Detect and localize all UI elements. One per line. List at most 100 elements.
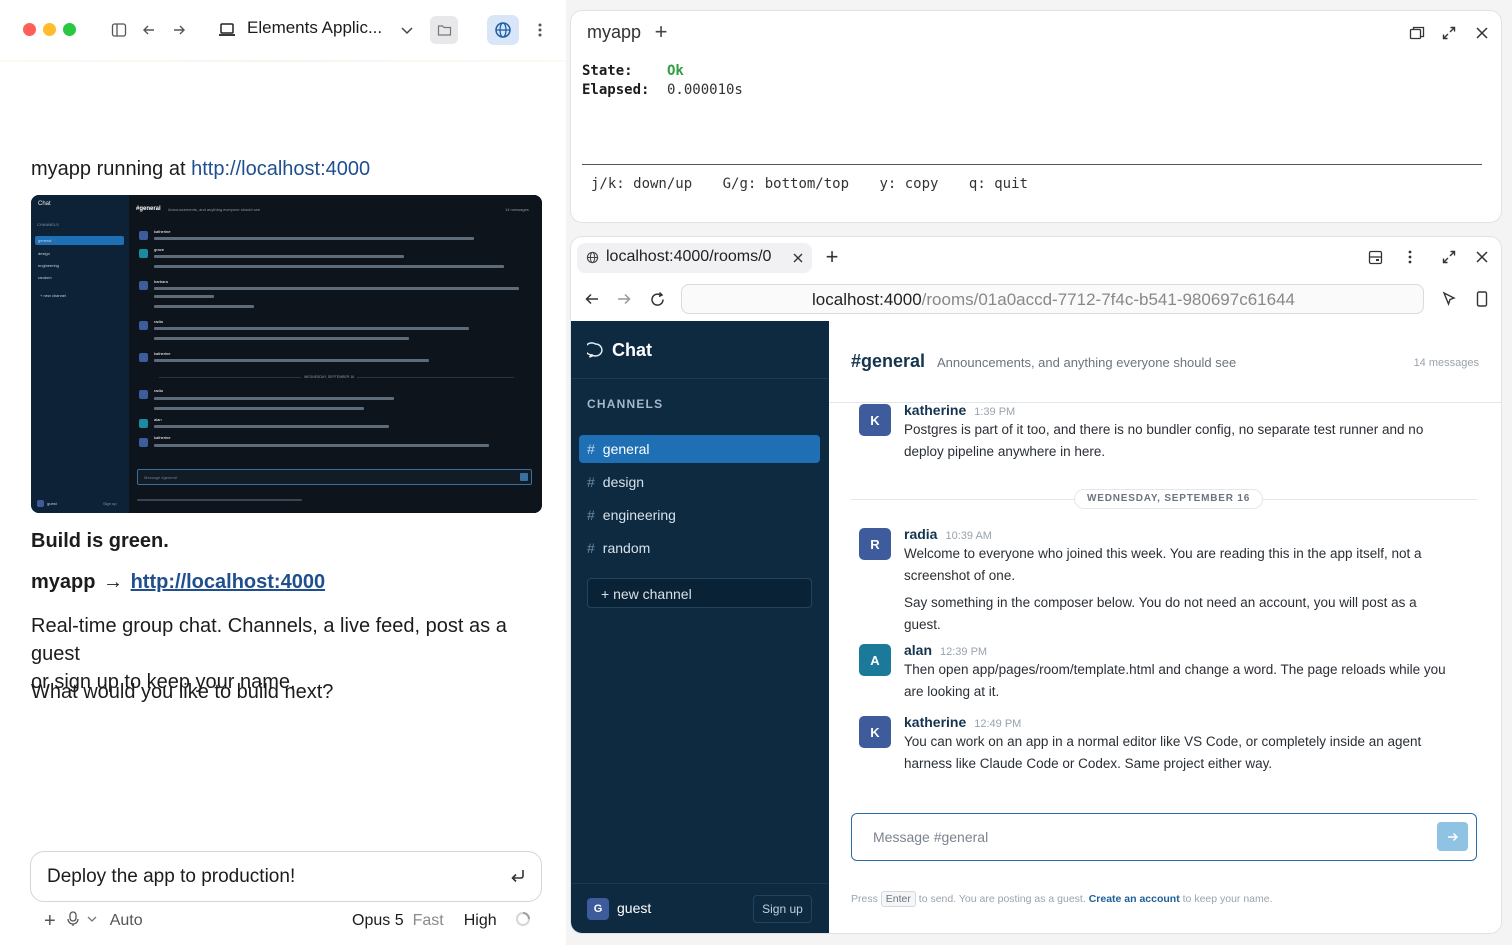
speed-selector[interactable]: Fast	[413, 912, 444, 930]
message-author: katherine 12:49 PM	[904, 714, 1021, 730]
message-line: Welcome to everyone who joined this week…	[904, 546, 1422, 561]
create-account-link[interactable]: Create an account	[1089, 893, 1180, 905]
thumb-count: 14 messages	[505, 207, 529, 212]
address-bar[interactable]: localhost:4000/rooms/01a0accd-7712-7f4c-…	[681, 284, 1424, 314]
window-restore-icon[interactable]	[1407, 23, 1427, 43]
thumb-composer-text: Message #general	[144, 475, 177, 480]
browser-tab[interactable]: localhost:4000/rooms/0	[577, 243, 812, 273]
thumb-header-desc: Announcements, and anything everyone sho…	[168, 207, 261, 212]
author-name: katherine	[904, 714, 967, 730]
message-composer[interactable]: Message #general	[851, 813, 1477, 861]
prompt-input[interactable]: Deploy the app to production!	[47, 866, 295, 888]
hash-icon: #	[587, 507, 595, 523]
channel-item-engineering[interactable]: # engineering	[579, 501, 820, 529]
reload-icon[interactable]	[647, 289, 667, 309]
app-link[interactable]: http://localhost:4000	[131, 571, 325, 593]
close-icon[interactable]	[1472, 23, 1492, 43]
running-link[interactable]: http://localhost:4000	[191, 158, 370, 180]
tab-close-icon[interactable]	[792, 251, 804, 269]
channel-item-random[interactable]: # random	[579, 534, 820, 562]
chevron-down-icon[interactable]	[398, 16, 416, 44]
thumb-text	[154, 425, 389, 428]
close-icon[interactable]	[1472, 247, 1492, 267]
thumb-text	[154, 265, 504, 268]
plus-icon[interactable]: +	[44, 910, 56, 933]
sidebar-toggle-icon[interactable]	[109, 16, 129, 44]
mode-selector[interactable]: Auto	[110, 912, 143, 930]
chevron-down-icon[interactable]	[86, 912, 98, 930]
forward-arrow-icon[interactable]	[614, 289, 634, 309]
expand-icon[interactable]	[1439, 23, 1459, 43]
channel-item-design[interactable]: # design	[579, 468, 820, 496]
forward-arrow-icon[interactable]	[170, 16, 188, 44]
mobile-device-icon[interactable]	[1472, 289, 1492, 309]
message-line: screenshot of one.	[904, 568, 1016, 583]
hash-icon: #	[587, 441, 595, 457]
thumb-sidebar: Chat CHANNELS general design engineering…	[31, 195, 129, 513]
thumb-text	[154, 237, 474, 240]
avatar: A	[859, 644, 891, 676]
state-value: Ok	[667, 63, 684, 79]
author-name: alan	[904, 642, 933, 658]
avatar: R	[859, 528, 891, 560]
terminal-title: myapp	[587, 22, 642, 42]
thumb-text	[154, 397, 394, 400]
effort-selector[interactable]: High	[464, 912, 497, 930]
user-avatar: G	[587, 898, 609, 920]
app-screenshot-thumbnail[interactable]: Chat CHANNELS general design engineering…	[31, 195, 542, 513]
back-arrow-icon[interactable]	[582, 289, 602, 309]
thumb-channel: engineering	[38, 263, 59, 268]
enter-icon[interactable]	[509, 867, 527, 890]
project-title[interactable]: Elements Applic...	[247, 18, 382, 38]
app-name: myapp	[31, 571, 96, 593]
model-options: Opus 5 Fast High	[352, 910, 531, 932]
thumb-text	[154, 444, 489, 447]
terminal-divider	[582, 164, 1482, 165]
terminal-panel: myapp + State: Ok Elapsed: 0.000010s j/k: …	[570, 10, 1502, 223]
more-vertical-icon[interactable]	[1400, 247, 1420, 267]
thumb-author: barbara	[154, 279, 168, 284]
minimize-window-button[interactable]	[43, 23, 56, 36]
message-count: 14 messages	[1413, 357, 1479, 369]
thumb-text	[154, 337, 409, 340]
author-name: radia	[904, 526, 938, 542]
channel-name: general	[602, 441, 650, 457]
message-line: Say something in the composer below. You…	[904, 595, 1417, 610]
channel-item-general[interactable]: # general	[579, 435, 820, 463]
message-line: deploy pipeline anywhere in here.	[904, 444, 1106, 459]
globe-icon[interactable]	[487, 15, 519, 45]
thumb-signup: Sign up	[103, 501, 117, 506]
thumb-author: katherine	[154, 435, 171, 440]
message-list: K katherine 1:39 PM Postgres is part of i…	[829, 403, 1501, 799]
message-input[interactable]: Message #general	[873, 829, 988, 845]
prompt-composer[interactable]: Deploy the app to production!	[30, 851, 542, 902]
microphone-icon[interactable]	[66, 910, 80, 932]
sign-up-button[interactable]: Sign up	[753, 895, 812, 923]
close-window-button[interactable]	[23, 23, 36, 36]
chat-brand: Chat	[612, 340, 652, 360]
channel-header: #general Announcements, and anything eve…	[829, 321, 1501, 403]
channel-title: #general	[851, 351, 926, 371]
model-selector[interactable]: Opus 5	[352, 912, 404, 930]
send-button[interactable]	[1437, 822, 1468, 851]
thumb-author: katherine	[154, 351, 171, 356]
message-author: radia 10:39 AM	[904, 526, 992, 542]
more-vertical-icon[interactable]	[532, 16, 548, 44]
url-text[interactable]: localhost:4000/rooms/01a0accd-7712-7f4c-…	[682, 290, 1425, 310]
new-tab-plus-icon[interactable]: +	[822, 244, 842, 269]
new-channel-button[interactable]: + new channel	[587, 578, 812, 608]
hint-text: to keep your name.	[1182, 893, 1273, 905]
expand-icon[interactable]	[1439, 247, 1459, 267]
new-terminal-plus-icon[interactable]: +	[651, 19, 671, 44]
zoom-window-button[interactable]	[63, 23, 76, 36]
layout-icon[interactable]	[1365, 247, 1385, 267]
back-arrow-icon[interactable]	[140, 16, 158, 44]
elapsed-label: Elapsed:	[582, 82, 650, 98]
laptop-icon	[217, 16, 237, 44]
thumb-new-channel: + new channel	[40, 293, 66, 298]
cursor-select-icon[interactable]	[1439, 289, 1459, 309]
terminal-status: State: Ok Elapsed: 0.000010s	[582, 62, 743, 100]
keymap-hint: y: copy	[879, 176, 939, 192]
avatar: K	[859, 404, 891, 436]
folder-icon[interactable]	[430, 16, 458, 44]
